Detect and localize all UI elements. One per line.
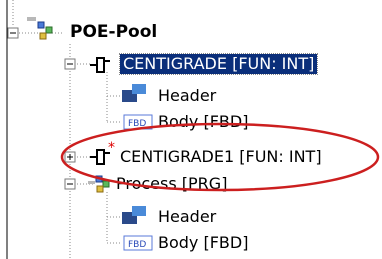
- project-tree: POE-Pool CENTIGRADE [FUN: INT] Header FB…: [0, 0, 382, 259]
- highlight-ellipse: [60, 122, 380, 192]
